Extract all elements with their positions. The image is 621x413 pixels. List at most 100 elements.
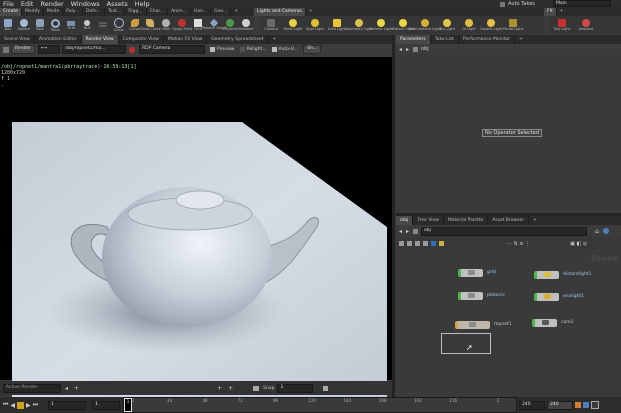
- shelf-tab-model[interactable]: Mode: [44, 8, 64, 16]
- node-cam1[interactable]: cam1: [532, 318, 573, 327]
- zoom-out-icon[interactable]: +: [217, 385, 222, 392]
- shelf-tab-characters[interactable]: Char...: [147, 8, 169, 16]
- sticky-note-icon[interactable]: [439, 241, 444, 246]
- tool-draw-curve[interactable]: Draw Curve: [140, 19, 161, 31]
- render-viewport[interactable]: /obj/ropnet1/mantra1(pbrraytrace)-16:59:…: [0, 57, 392, 404]
- tool-volume-light[interactable]: Volume Light: [370, 19, 392, 31]
- network-editor[interactable]: Scene grid platonic ropnet1 distantlight…: [396, 250, 621, 398]
- tab-asset-browser[interactable]: Asset Browser: [488, 216, 530, 225]
- node-distantlight1-body[interactable]: [534, 270, 559, 279]
- tool-lsystem[interactable]: L-System: [222, 19, 238, 31]
- tool-geometry-light[interactable]: Geometry Light: [345, 19, 373, 31]
- shelf-tab-hair[interactable]: Hair...: [191, 8, 212, 16]
- step-back-icon[interactable]: ◀: [10, 402, 15, 409]
- tab-obj-network[interactable]: /obj: [396, 216, 414, 225]
- active-render-field[interactable]: Active Render: [3, 383, 61, 393]
- relight-checkbox[interactable]: [239, 47, 245, 52]
- shelf-tab-poly[interactable]: Poly...: [63, 8, 84, 16]
- tool-null[interactable]: Null: [79, 20, 95, 30]
- tool-environment-light[interactable]: Environment Light: [409, 19, 441, 31]
- menu-assets[interactable]: Assets: [107, 0, 128, 8]
- params-path-label[interactable]: obj: [421, 46, 429, 52]
- preview-checkbox[interactable]: [210, 47, 216, 52]
- shelf-tab-far[interactable]: FX: [544, 8, 557, 16]
- tool-portal-light[interactable]: Portal Light: [502, 19, 524, 31]
- info-icon[interactable]: [431, 241, 436, 246]
- audio-icon[interactable]: [583, 402, 590, 408]
- stop-icon[interactable]: [17, 401, 25, 409]
- shelf-tab-texture[interactable]: Text...: [105, 8, 126, 16]
- tab-composite-view[interactable]: Composite View: [119, 35, 164, 44]
- shelf-add-tab-icon-right[interactable]: +: [306, 8, 316, 16]
- tab-render-view[interactable]: Render View: [81, 35, 119, 44]
- node-envlight1-body[interactable]: [534, 292, 559, 301]
- node-platonic[interactable]: platonic: [458, 291, 505, 300]
- auto-takes-toggle[interactable]: Auto Takes: [500, 0, 535, 8]
- tab-performance-monitor[interactable]: Performance Monitor: [459, 35, 516, 44]
- shelf-tab-rigging[interactable]: Rigg...: [125, 8, 147, 16]
- node-grid[interactable]: grid: [458, 268, 496, 277]
- tool-metaball[interactable]: Metaball: [238, 19, 254, 31]
- zoom-in-icon[interactable]: +: [228, 385, 233, 392]
- forward-icon[interactable]: ▸: [406, 46, 409, 53]
- tool-sky-light[interactable]: Sky Light: [436, 19, 458, 31]
- nav-arrows-icon[interactable]: ⋯ ⇅ ≡ ⋮: [507, 241, 530, 247]
- tool-box[interactable]: Box: [0, 19, 16, 31]
- pane-splitter[interactable]: [392, 35, 395, 398]
- snap-value-field[interactable]: 1: [277, 383, 314, 393]
- node-ropnet1-body[interactable]: [455, 320, 490, 329]
- add-tab-icon[interactable]: +: [269, 35, 281, 44]
- menu-render[interactable]: Render: [40, 0, 63, 8]
- tool-circle[interactable]: Circle: [111, 18, 127, 32]
- stop-render-icon[interactable]: [129, 46, 136, 53]
- tab-motion-fx-view[interactable]: Motion FX View: [164, 35, 208, 44]
- tab-animation-editor[interactable]: Animation Editor: [35, 35, 82, 44]
- network-forward-icon[interactable]: ▸: [406, 228, 409, 235]
- layout-icon[interactable]: [423, 241, 428, 246]
- auto-update-checkbox[interactable]: [271, 47, 277, 52]
- timeline-slider[interactable]: 1 1 24 48 72 96 120 144 168 192 216 2: [123, 397, 518, 413]
- tab-parameters[interactable]: Parameters: [396, 35, 431, 44]
- shelf-add-tab-icon-far[interactable]: +: [557, 8, 567, 16]
- jump-start-icon[interactable]: ⏮: [3, 401, 8, 409]
- back-icon[interactable]: ◂: [399, 46, 402, 53]
- tab-scene-view[interactable]: Scene View: [0, 35, 35, 44]
- view-options-icon[interactable]: ▣ ◧ ◎: [570, 241, 587, 247]
- tab-geometry-spreadsheet[interactable]: Geometry Spreadsheet: [207, 35, 269, 44]
- tab-take-list[interactable]: Take List: [431, 35, 460, 44]
- camera-select[interactable]: RDP Camera: [139, 45, 206, 54]
- tool-torus[interactable]: Torus: [47, 18, 63, 32]
- grid-mode-icon[interactable]: [415, 241, 420, 246]
- frame-step-field[interactable]: 1: [92, 400, 121, 410]
- jump-end-icon[interactable]: ⏭: [33, 401, 38, 409]
- realtime-icon[interactable]: [591, 401, 600, 409]
- playhead[interactable]: 1: [124, 398, 133, 412]
- tool-spot-light[interactable]: Spot Light: [304, 19, 326, 31]
- snapshot-button[interactable]: Sh...: [303, 45, 322, 54]
- prev-snapshot-icon[interactable]: ◂: [65, 385, 68, 392]
- node-distantlight1[interactable]: distantlight1: [534, 270, 591, 279]
- shelf-tab-deform[interactable]: Defo...: [83, 8, 105, 16]
- auto-takes-checkbox[interactable]: [500, 1, 505, 7]
- tool-gi-light[interactable]: GI Light: [458, 19, 480, 31]
- tool-line[interactable]: Line: [95, 22, 111, 28]
- node-cam1-body[interactable]: [532, 318, 557, 327]
- key-icon[interactable]: [575, 402, 582, 408]
- network-path-field[interactable]: obj: [421, 226, 588, 236]
- tool-sky-light-far[interactable]: Sky Light: [550, 19, 574, 31]
- render-node-field[interactable]: ⟷: [38, 45, 61, 54]
- image-icon[interactable]: [323, 385, 329, 391]
- node-envlight1[interactable]: envlight1: [534, 292, 584, 301]
- shelf-tab-create[interactable]: Create: [0, 8, 22, 16]
- node-platonic-body[interactable]: [458, 291, 483, 300]
- menu-edit[interactable]: Edit: [21, 0, 34, 8]
- tool-camera[interactable]: Camera: [260, 19, 282, 31]
- play-icon[interactable]: ▶: [26, 402, 31, 409]
- pin-icon[interactable]: ⌂: [595, 228, 599, 235]
- menu-file[interactable]: File: [3, 0, 14, 8]
- end-frame-field[interactable]: 240: [519, 400, 546, 410]
- desktop-select[interactable]: Main: [553, 0, 611, 7]
- add-tab-icon-right[interactable]: +: [515, 35, 527, 44]
- add-tab-icon-network[interactable]: +: [529, 216, 541, 225]
- list-mode-icon[interactable]: [399, 241, 404, 246]
